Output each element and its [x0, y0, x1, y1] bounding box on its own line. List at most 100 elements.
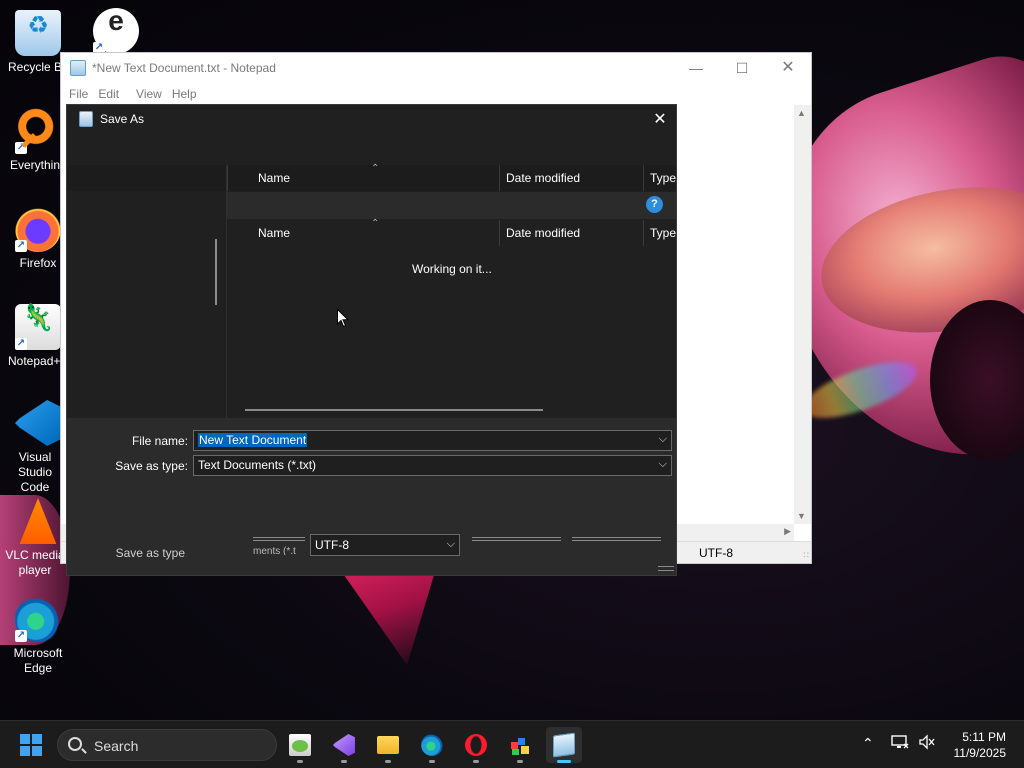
navigation-pane-scrollbar[interactable]: [215, 239, 217, 305]
ghost-type-text: ments (*.t: [253, 546, 296, 555]
network-icon[interactable]: [891, 734, 909, 753]
desktop-icon-label: VLC media player: [5, 548, 65, 577]
column-header-name[interactable]: Name: [258, 226, 290, 240]
sort-ascending-icon: ⌃: [371, 218, 380, 229]
taskbar-app-paint[interactable]: [502, 727, 538, 763]
column-separator[interactable]: [499, 165, 500, 191]
edge-icon: [421, 734, 443, 756]
menu-edit[interactable]: Edit: [93, 87, 124, 101]
taskbar-app-notepad-plus-plus[interactable]: [282, 727, 318, 763]
sort-ascending-icon: ⌃: [371, 163, 380, 174]
chevron-down-icon[interactable]: ⌵: [447, 538, 455, 551]
notepad-plus-plus-icon: ↗: [15, 304, 61, 350]
notepad-titlebar[interactable]: *New Text Document.txt - Notepad — ☐ ✕: [61, 53, 811, 83]
ghost-save-as-type-label: Save as type: [115, 546, 185, 560]
start-button[interactable]: [20, 734, 42, 756]
column-header-type[interactable]: Type: [650, 171, 676, 185]
status-encoding: UTF-8: [699, 546, 733, 560]
mouse-cursor-icon: [337, 309, 349, 328]
column-separator[interactable]: [643, 220, 644, 246]
resize-grip-icon[interactable]: [658, 566, 674, 571]
taskbar-app-visual-studio[interactable]: [326, 727, 362, 763]
clock-date: 11/9/2025: [953, 746, 1007, 760]
desktop-icon-label: Visual Studio Code: [17, 450, 53, 494]
file-name-label: File name:: [131, 434, 188, 448]
vlc-icon: [19, 498, 57, 544]
save-as-type-select[interactable]: Text Documents (*.txt) ⌵: [193, 455, 672, 476]
notepad-plus-plus-icon: [289, 734, 311, 756]
close-button[interactable]: ✕: [765, 53, 811, 83]
column-header-date-modified[interactable]: Date modified: [506, 226, 580, 240]
notepad-app-icon: [79, 111, 93, 127]
loading-status: Working on it...: [412, 262, 492, 276]
taskbar: Search ⌃ 5:11 PM 11/9/2025: [0, 720, 1024, 768]
file-explorer-icon: [377, 736, 399, 754]
everything-search-icon: ↗: [15, 108, 61, 154]
ghost-control-outline: [253, 537, 305, 541]
taskbar-clock[interactable]: 5:11 PM 11/9/2025: [954, 729, 1007, 761]
column-separator[interactable]: [499, 220, 500, 246]
windows-logo-icon: [20, 734, 30, 744]
file-list-horizontal-scrollbar[interactable]: [245, 409, 543, 411]
column-header-row: ⌃ Name Date modified Type: [67, 163, 676, 191]
taskbar-app-notepad[interactable]: [546, 727, 582, 763]
desktop-icon-edge[interactable]: ↗ Microsoft Edge: [0, 596, 76, 676]
maximize-button[interactable]: ☐: [719, 53, 765, 83]
notepad-menubar: File Edit View Help: [61, 83, 811, 105]
shortcut-arrow-icon: ↗: [15, 240, 27, 252]
notepad-app-icon: [70, 60, 86, 76]
vertical-scrollbar[interactable]: ▲ ▼: [794, 105, 811, 524]
clock-time: 5:11 PM: [962, 730, 1006, 744]
shortcut-arrow-icon: ↗: [15, 630, 27, 642]
taskbar-app-edge[interactable]: [414, 727, 450, 763]
taskbar-app-opera[interactable]: [458, 727, 494, 763]
save-as-dialog: Save As ✕ ⌃ Name Date modified Type ? ⌃ …: [66, 104, 677, 576]
save-as-titlebar[interactable]: Save As ✕: [67, 105, 676, 133]
menu-view[interactable]: View: [131, 87, 167, 101]
desktop-icon-e-app[interactable]: ↗: [78, 8, 154, 58]
vscode-icon: [15, 400, 61, 446]
minimize-button[interactable]: —: [673, 53, 719, 83]
taskbar-search-box[interactable]: Search: [57, 729, 277, 761]
encoding-select[interactable]: UTF-8 ⌵: [310, 534, 460, 556]
navigation-pane[interactable]: [67, 192, 227, 418]
edge-icon: ↗: [15, 596, 61, 642]
shortcut-arrow-icon: ↗: [15, 338, 27, 350]
column-header-name[interactable]: Name: [258, 171, 290, 185]
save-button-outline[interactable]: [472, 537, 561, 541]
shortcut-arrow-icon: ↗: [15, 142, 27, 154]
cancel-button-outline[interactable]: [572, 537, 661, 541]
close-icon[interactable]: ✕: [644, 109, 676, 129]
file-name-value[interactable]: New Text Document: [198, 433, 308, 447]
taskbar-app-file-explorer[interactable]: [370, 727, 406, 763]
recycle-bin-icon: [15, 10, 61, 56]
save-as-type-value: Text Documents (*.txt): [198, 458, 317, 472]
save-as-type-label: Save as type:: [115, 459, 188, 473]
column-separator[interactable]: [643, 165, 644, 191]
notepad-icon: [553, 732, 575, 758]
firefox-icon: ↗: [15, 206, 61, 252]
scroll-up-icon[interactable]: ▲: [797, 108, 806, 118]
show-hidden-icons-chevron-icon[interactable]: ⌃: [862, 735, 874, 752]
column-separator: [227, 165, 228, 191]
menu-help[interactable]: Help: [167, 87, 202, 101]
e-app-icon: ↗: [93, 8, 139, 54]
navigation-pane-splitter[interactable]: [226, 165, 227, 418]
chevron-down-icon[interactable]: ⌵: [659, 458, 667, 471]
file-name-input[interactable]: New Text Document ⌵: [193, 430, 672, 451]
menu-file[interactable]: File: [64, 87, 93, 101]
help-icon[interactable]: ?: [646, 196, 663, 213]
resize-grip-icon[interactable]: ∷: [803, 550, 809, 561]
encoding-value: UTF-8: [315, 538, 349, 552]
visual-studio-icon: [333, 734, 355, 756]
opera-icon: [465, 734, 487, 756]
search-icon: [68, 737, 82, 751]
search-placeholder: Search: [94, 738, 139, 754]
chevron-down-icon[interactable]: ⌵: [659, 433, 667, 446]
desktop-icon-label: Microsoft Edge: [13, 646, 63, 675]
column-header-type[interactable]: Type: [650, 226, 676, 240]
scroll-right-icon[interactable]: ▶: [784, 526, 791, 537]
scroll-down-icon[interactable]: ▼: [797, 511, 806, 521]
column-header-date-modified[interactable]: Date modified: [506, 171, 580, 185]
volume-muted-icon[interactable]: [918, 734, 936, 753]
